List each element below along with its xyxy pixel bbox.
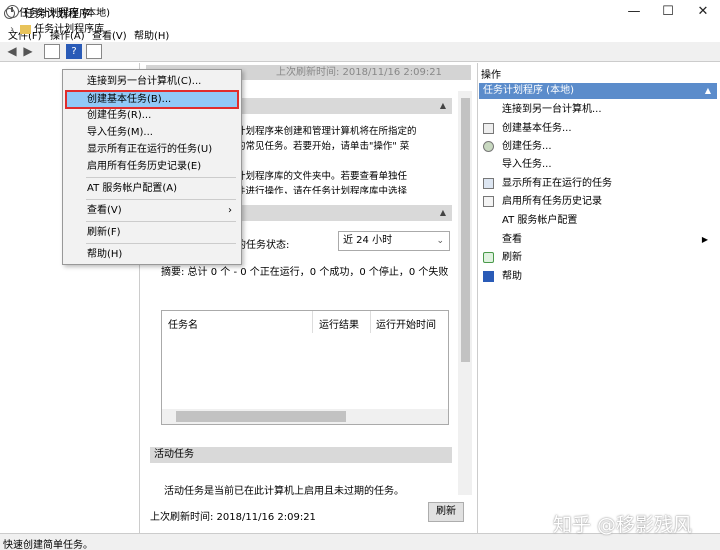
active-tasks-title: 活动任务 <box>154 449 194 460</box>
ctx-refresh[interactable]: 刷新(F) <box>66 224 238 241</box>
actions-title: 操作 <box>481 70 501 81</box>
chevron-down-icon: ⌄ <box>436 236 444 246</box>
collapse-icon[interactable]: ▲ <box>705 83 711 99</box>
overview-line <box>236 154 426 169</box>
scrollbar-thumb[interactable] <box>176 411 346 422</box>
ctx-enable-history[interactable]: 启用所有任务历史记录(E) <box>66 158 238 175</box>
ctx-connect[interactable]: 连接到另一台计算机(C)... <box>66 73 238 90</box>
task-status-grid[interactable]: 任务名 运行结果 运行开始时间 <box>161 310 449 425</box>
menu-separator <box>86 199 236 200</box>
running-tasks-icon <box>483 178 494 189</box>
ctx-import-task[interactable]: 导入任务(M)... <box>66 124 238 141</box>
help-icon <box>483 271 494 282</box>
action-view[interactable]: 查看 ▶ <box>483 231 713 248</box>
refresh-icon <box>483 252 494 263</box>
actions-group-label: 任务计划程序 (本地) <box>483 85 574 96</box>
overview-line: 计划程序来创建和管理计算机将在所指定的 <box>236 126 417 137</box>
action-label: 创建基本任务... <box>502 123 572 134</box>
minimize-button[interactable]: — <box>617 0 651 24</box>
expand-icon[interactable]: › <box>10 24 14 35</box>
history-icon <box>483 196 494 207</box>
action-create-task[interactable]: 创建任务... <box>483 138 713 155</box>
close-button[interactable]: ✕ <box>686 0 720 24</box>
ctx-at-config[interactable]: AT 服务帐户配置(A) <box>66 180 238 197</box>
task-wizard-icon <box>483 123 494 134</box>
action-label: 显示所有正在运行的任务 <box>502 178 612 189</box>
active-tasks-text: 活动任务是当前已在此计算机上启用且未过期的任务。 <box>164 486 404 497</box>
action-connect[interactable]: 连接到另一台计算机... <box>483 101 713 118</box>
watermark: 知乎 @移影残风 <box>553 514 693 536</box>
action-label: 帮助 <box>502 271 522 282</box>
action-label: 创建任务... <box>502 141 552 152</box>
submenu-arrow-icon: › <box>228 205 232 216</box>
overview-text: 计划程序来创建和管理计算机将在所指定的 的常见任务。若要开始，请单击"操作" 菜… <box>236 124 426 194</box>
active-tasks-section-bar[interactable]: 活动任务 <box>150 447 452 463</box>
summary-text: 摘要: 总计 0 个 - 0 个正在运行，0 个成功，0 个停止，0 个失败 <box>161 267 449 278</box>
column-divider <box>312 311 313 333</box>
console-tree-icon[interactable] <box>44 44 60 59</box>
create-task-icon <box>483 141 494 152</box>
column-run-start[interactable]: 运行开始时间 <box>376 316 436 331</box>
tree-child-label: 任务计划程序库 <box>34 24 105 35</box>
status-label: 的任务状态: <box>236 240 290 251</box>
folder-icon <box>20 24 32 34</box>
collapse-icon[interactable]: ▲ <box>440 98 446 114</box>
ctx-view-label: 查看(V) <box>87 205 122 216</box>
forward-icon[interactable]: ▶ <box>20 44 36 59</box>
collapse-icon[interactable]: ▲ <box>440 205 446 221</box>
menu-separator <box>86 221 236 222</box>
action-at-config[interactable]: AT 服务帐户配置 <box>483 212 713 229</box>
scrollbar-thumb[interactable] <box>461 98 470 362</box>
overview-line: 的常见任务。若要开始，请单击"操作" 菜 <box>236 141 410 152</box>
toolbar: ◀ ▶ ? <box>0 42 720 62</box>
action-label: 连接到另一台计算机... <box>502 104 602 115</box>
overview-line: 件进行操作，请在任务计划程序库中选择 <box>236 186 408 194</box>
action-create-basic-task[interactable]: 创建基本任务... <box>483 120 713 137</box>
action-refresh[interactable]: 刷新 <box>483 249 713 266</box>
help-icon[interactable]: ? <box>66 44 82 59</box>
ctx-view[interactable]: 查看(V) › <box>66 202 238 219</box>
menu-separator <box>86 243 236 244</box>
action-help[interactable]: 帮助 <box>483 268 713 285</box>
ctx-show-running[interactable]: 显示所有正在运行的任务(U) <box>66 141 238 158</box>
action-enable-history[interactable]: 启用所有任务历史记录 <box>483 193 713 210</box>
tree-item-root[interactable]: 任务计划程序 (本地) <box>4 4 110 19</box>
menu-bar: 文件(F) 操作(A) 查看(V) 帮助(H) <box>0 24 720 42</box>
status-period-select[interactable]: 近 24 小时 ⌄ <box>338 231 450 251</box>
refresh-button[interactable]: 刷新 <box>428 502 464 522</box>
action-import-task[interactable]: 导入任务... <box>483 156 713 173</box>
action-pane-icon[interactable] <box>86 44 102 59</box>
ctx-create-task[interactable]: 创建任务(R)... <box>66 107 238 124</box>
menu-help[interactable]: 帮助(H) <box>134 27 169 42</box>
column-divider <box>370 311 371 333</box>
last-refresh-text: 上次刷新时间: 2018/11/16 2:09:21 <box>150 512 316 523</box>
action-label: 查看 <box>502 234 522 245</box>
action-show-running[interactable]: 显示所有正在运行的任务 <box>483 175 713 192</box>
column-task-name[interactable]: 任务名 <box>168 316 198 331</box>
maximize-button[interactable]: ☐ <box>651 0 685 24</box>
actions-group-header[interactable]: 任务计划程序 (本地) ▲ <box>479 83 717 99</box>
column-run-result[interactable]: 运行结果 <box>319 316 359 331</box>
menu-separator <box>86 177 236 178</box>
status-text: 快速创建简单任务。 <box>3 540 93 550</box>
tree-item-library[interactable]: › 任务计划程序库 <box>10 20 104 35</box>
ctx-create-basic-task[interactable]: 创建基本任务(B)... <box>65 90 239 109</box>
action-label: AT 服务帐户配置 <box>502 215 578 226</box>
tree-root-label: 任务计划程序 (本地) <box>19 8 110 19</box>
back-icon[interactable]: ◀ <box>4 44 20 59</box>
ctx-help[interactable]: 帮助(H) <box>66 246 238 263</box>
action-label: 导入任务... <box>502 159 552 170</box>
status-select-value: 近 24 小时 <box>343 235 393 246</box>
action-label: 刷新 <box>502 252 522 263</box>
overview-line: 计划程序库的文件夹中。若要查看单独任 <box>236 171 408 182</box>
clock-icon <box>4 7 15 19</box>
submenu-arrow-icon: ▶ <box>701 235 708 244</box>
action-label: 启用所有任务历史记录 <box>502 196 602 207</box>
